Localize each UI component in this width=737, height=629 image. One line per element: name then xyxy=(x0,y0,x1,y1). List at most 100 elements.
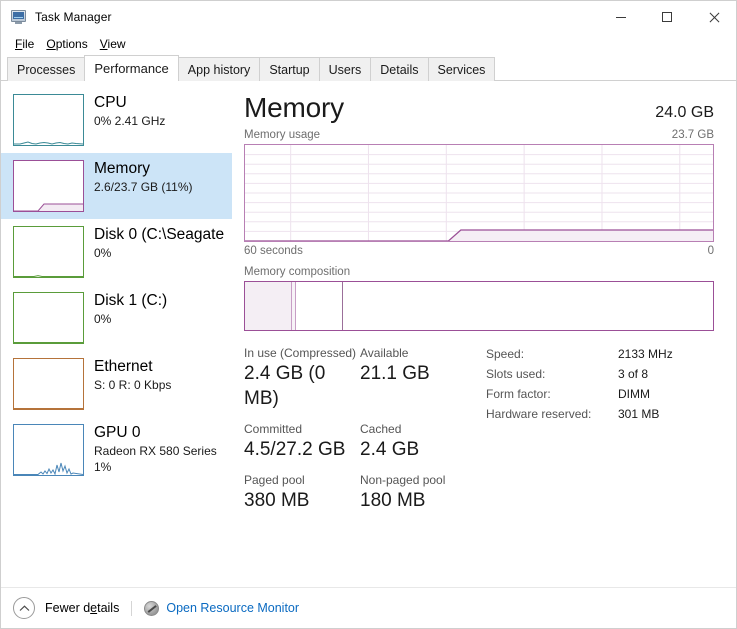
stat-row-3: Paged pool 380 MB Non-paged pool 180 MB xyxy=(244,472,482,513)
stat-committed: Committed 4.5/27.2 GB xyxy=(244,421,360,462)
tab-strip: Processes Performance App history Startu… xyxy=(1,55,736,82)
status-bar: Fewer details Open Resource Monitor xyxy=(1,587,736,628)
memory-composition-bar[interactable] xyxy=(244,281,714,331)
maximize-button[interactable] xyxy=(644,1,690,33)
stat-non-paged-pool-value: 180 MB xyxy=(360,490,426,511)
tab-services[interactable]: Services xyxy=(427,57,496,81)
sidebar-item-ethernet[interactable]: Ethernet S: 0 R: 0 Kbps xyxy=(1,351,232,417)
title-bar: Task Manager xyxy=(1,1,736,33)
sidebar-item-disk1[interactable]: Disk 1 (C:) 0% xyxy=(1,285,232,351)
sidebar-ethernet-title: Ethernet xyxy=(94,358,153,375)
stat-slots-used-label: Slots used: xyxy=(486,367,546,381)
memory-usage-max: 23.7 GB xyxy=(671,129,714,141)
stat-in-use: In use (Compressed) 2.4 GB (0 MB) xyxy=(244,345,360,411)
gpu0-sparkline xyxy=(13,424,84,476)
sidebar-memory-text: Memory 2.6/23.7 GB (11%) xyxy=(94,157,193,195)
memory-header: Memory 24.0 GB xyxy=(244,91,714,125)
minimize-button[interactable] xyxy=(598,1,644,33)
sidebar-gpu0-sub: Radeon RX 580 Series xyxy=(94,444,217,458)
sidebar-memory-title: Memory xyxy=(94,160,150,177)
stat-committed-value: 4.5/27.2 GB xyxy=(244,439,346,460)
composition-segment-inuse xyxy=(245,282,293,330)
performance-sidebar: CPU 0% 2.41 GHz Memory 2.6/23.7 GB (11%) xyxy=(1,81,232,609)
disk1-sparkline xyxy=(13,292,84,344)
stat-form-factor: Form factor: DIMM xyxy=(486,385,714,403)
stat-form-factor-label: Form factor: xyxy=(486,387,551,401)
close-icon xyxy=(708,12,719,23)
content-area: CPU 0% 2.41 GHz Memory 2.6/23.7 GB (11%) xyxy=(1,81,736,609)
sidebar-gpu0-sub2: 1% xyxy=(94,460,112,474)
stat-row-1: In use (Compressed) 2.4 GB (0 MB) Availa… xyxy=(244,345,482,411)
memory-total: 24.0 GB xyxy=(655,104,714,121)
open-resource-monitor-link[interactable]: Open Resource Monitor xyxy=(166,601,299,615)
stat-cached-value: 2.4 GB xyxy=(360,439,420,460)
stat-slots-used-value: 3 of 8 xyxy=(618,367,649,381)
memory-stats-right: Speed: 2133 MHz Slots used: 3 of 8 Form … xyxy=(482,345,714,523)
tab-details[interactable]: Details xyxy=(370,57,429,81)
tab-startup[interactable]: Startup xyxy=(259,57,320,81)
fewer-details-label[interactable]: Fewer details xyxy=(45,601,119,615)
sidebar-disk0-sub: 0% xyxy=(94,246,112,260)
stat-speed-value: 2133 MHz xyxy=(618,347,673,361)
memory-composition-label: Memory composition xyxy=(244,266,351,278)
stat-available-value: 21.1 GB xyxy=(360,363,430,384)
menu-view[interactable]: View xyxy=(94,35,132,53)
sidebar-gpu0-text: GPU 0 Radeon RX 580 Series 1% xyxy=(94,421,217,475)
tab-processes[interactable]: Processes xyxy=(7,57,86,81)
sidebar-item-memory[interactable]: Memory 2.6/23.7 GB (11%) xyxy=(1,153,232,219)
menu-options-rest: ptions xyxy=(55,37,88,51)
sidebar-disk1-text: Disk 1 (C:) 0% xyxy=(94,289,167,327)
ethernet-sparkline xyxy=(13,358,84,410)
stat-slots-used: Slots used: 3 of 8 xyxy=(486,365,714,383)
memory-usage-caption: Memory usage 23.7 GB xyxy=(244,129,714,141)
resource-monitor-icon xyxy=(144,600,160,616)
stat-speed: Speed: 2133 MHz xyxy=(486,345,714,363)
tab-app-history[interactable]: App history xyxy=(177,57,261,81)
sidebar-disk0-title: Disk 0 (C:\Seagate xyxy=(94,226,225,243)
sidebar-disk0-text: Disk 0 (C:\Seagate 0% xyxy=(94,223,224,261)
menu-file-rest: ile xyxy=(22,37,35,51)
stat-paged-pool: Paged pool 380 MB xyxy=(244,472,360,513)
stat-in-use-value: 2.4 GB (0 MB) xyxy=(244,363,326,409)
memory-usage-graph xyxy=(244,144,714,242)
sidebar-disk1-sub: 0% xyxy=(94,312,112,326)
sidebar-item-gpu0[interactable]: GPU 0 Radeon RX 580 Series 1% xyxy=(1,417,232,483)
stat-available-label: Available xyxy=(360,346,409,360)
tab-users[interactable]: Users xyxy=(318,57,372,81)
stat-committed-label: Committed xyxy=(244,422,303,436)
memory-sparkline xyxy=(13,160,84,212)
memory-stats: In use (Compressed) 2.4 GB (0 MB) Availa… xyxy=(244,345,714,523)
menu-file[interactable]: File xyxy=(9,35,40,53)
menu-view-rest: iew xyxy=(107,37,126,51)
sidebar-item-disk0[interactable]: Disk 0 (C:\Seagate 0% xyxy=(1,219,232,285)
sidebar-ethernet-sub: S: 0 R: 0 Kbps xyxy=(94,378,172,392)
graph-time-span: 60 seconds xyxy=(244,245,303,257)
task-manager-icon xyxy=(11,9,27,25)
page-title: Memory xyxy=(244,92,344,123)
sidebar-cpu-title: CPU xyxy=(94,94,127,111)
task-manager-window: Task Manager File Options View Processes… xyxy=(0,0,737,629)
close-button[interactable] xyxy=(690,1,736,33)
window-controls xyxy=(598,1,736,33)
memory-detail-panel: Memory 24.0 GB Memory usage 23.7 GB 60 s… xyxy=(232,81,736,609)
stat-cached: Cached 2.4 GB xyxy=(360,421,419,462)
composition-segment-free xyxy=(342,282,713,330)
stat-non-paged-pool: Non-paged pool 180 MB xyxy=(360,472,445,513)
stat-paged-pool-value: 380 MB xyxy=(244,490,310,511)
sidebar-item-cpu[interactable]: CPU 0% 2.41 GHz xyxy=(1,87,232,153)
stat-paged-pool-label: Paged pool xyxy=(244,473,305,487)
stat-in-use-label: In use (Compressed) xyxy=(244,346,357,360)
menu-options[interactable]: Options xyxy=(40,35,93,53)
fewer-details-toggle[interactable] xyxy=(13,597,35,619)
tab-performance[interactable]: Performance xyxy=(84,55,179,82)
sidebar-cpu-sub: 0% 2.41 GHz xyxy=(94,114,166,128)
memory-stats-left: In use (Compressed) 2.4 GB (0 MB) Availa… xyxy=(244,345,482,523)
chevron-up-icon xyxy=(19,604,29,611)
stat-cached-label: Cached xyxy=(360,422,402,436)
maximize-icon xyxy=(662,12,672,22)
stat-non-paged-pool-label: Non-paged pool xyxy=(360,473,446,487)
menu-bar: File Options View xyxy=(1,33,736,55)
sidebar-memory-sub: 2.6/23.7 GB (11%) xyxy=(94,180,193,194)
memory-usage-label: Memory usage xyxy=(244,129,321,141)
stat-hardware-reserved: Hardware reserved: 301 MB xyxy=(486,405,714,423)
